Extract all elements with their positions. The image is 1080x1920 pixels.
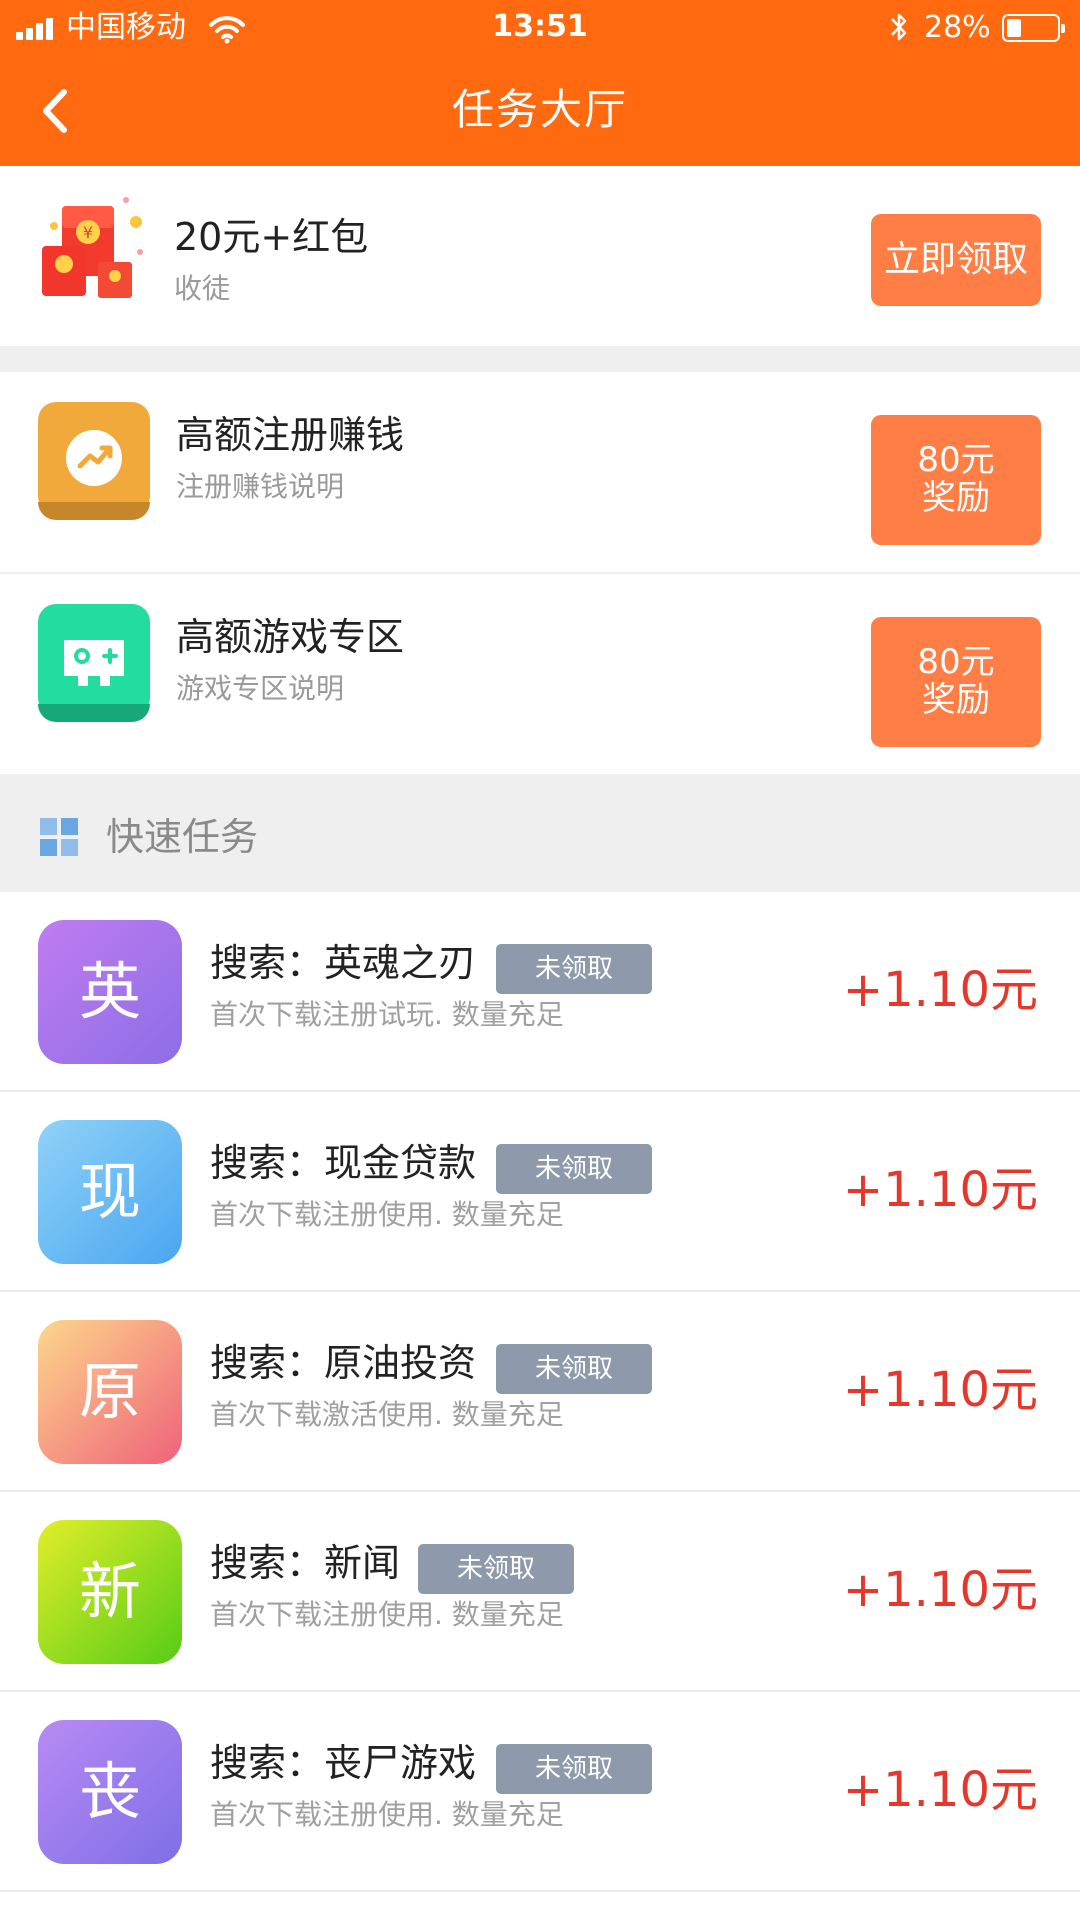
task-initial-icon: 英 [38, 920, 182, 1064]
task-row[interactable]: 现 搜索：现金贷款 未领取 首次下载注册使用. 数量充足 +1.10元 [0, 1092, 1080, 1292]
grid-icon [40, 818, 78, 856]
reward-label: 奖励 [922, 680, 990, 720]
claim-now-button[interactable]: 立即领取 [871, 214, 1041, 306]
feature-row-register[interactable]: 高额注册赚钱 注册赚钱说明 80元 奖励 [0, 372, 1080, 572]
battery-percent: 28% [924, 10, 991, 45]
feature-title: 高额游戏专区 [176, 615, 405, 659]
divider [0, 1890, 1080, 1892]
task-name: 搜索：新闻 [210, 1541, 401, 1585]
status-badge: 未领取 [496, 1144, 652, 1194]
task-name: 搜索：原油投资 [210, 1341, 477, 1385]
task-row[interactable]: 英 搜索：英魂之刃 未领取 首次下载注册试玩. 数量充足 +1.10元 [0, 892, 1080, 1092]
status-badge: 未领取 [496, 1344, 652, 1394]
feature-subtitle: 游戏专区说明 [176, 672, 345, 705]
task-row[interactable]: 原 搜索：原油投资 未领取 首次下载激活使用. 数量充足 +1.10元 [0, 1292, 1080, 1492]
status-badge: 未领取 [418, 1544, 574, 1594]
task-initial-icon: 新 [38, 1520, 182, 1664]
invite-title: 20元+红包 [174, 215, 369, 259]
invite-subtitle: 收徒 [174, 272, 231, 305]
status-badge: 未领取 [496, 944, 652, 994]
reward-button[interactable]: 80元 奖励 [871, 415, 1041, 545]
gamepad-icon [38, 604, 150, 722]
task-initial-icon: 原 [38, 1320, 182, 1464]
page-title: 任务大厅 [451, 85, 628, 134]
task-description: 首次下载注册使用. 数量充足 [210, 1598, 564, 1631]
clock: 13:51 [492, 9, 588, 44]
nav-bar: 任务大厅 [0, 56, 1080, 166]
task-description: 首次下载激活使用. 数量充足 [210, 1398, 564, 1431]
battery-icon [1002, 14, 1065, 42]
task-reward: +1.10元 [842, 1362, 1038, 1418]
section-separator [0, 346, 1080, 372]
task-description: 首次下载注册使用. 数量充足 [210, 1798, 564, 1831]
feature-row-game[interactable]: 高额游戏专区 游戏专区说明 80元 奖励 [0, 574, 1080, 774]
reward-amount: 80元 [917, 642, 995, 682]
task-name: 搜索：英魂之刃 [210, 941, 477, 985]
task-name: 搜索：丧尸游戏 [210, 1741, 477, 1785]
task-reward: +1.10元 [842, 1762, 1038, 1818]
quick-tasks-header: 快速任务 [0, 774, 1080, 892]
status-badge: 未领取 [496, 1744, 652, 1794]
task-row[interactable]: 丧 搜索：丧尸游戏 未领取 首次下载注册使用. 数量充足 +1.10元 [0, 1692, 1080, 1892]
reward-label: 奖励 [922, 478, 990, 518]
task-description: 首次下载注册试玩. 数量充足 [210, 998, 564, 1031]
red-envelope-icon: ¥ [42, 197, 143, 298]
task-reward: +1.10元 [842, 1562, 1038, 1618]
feature-subtitle: 注册赚钱说明 [176, 470, 345, 503]
task-description: 首次下载注册使用. 数量充足 [210, 1198, 564, 1231]
app-header: 中国移动 13:51 28% 任务大厅 [0, 0, 1080, 166]
svg-text:¥: ¥ [83, 223, 93, 242]
task-initial-icon: 丧 [38, 1720, 182, 1864]
invite-row[interactable]: ¥ 20元+红包 收徒 立即领取 [0, 166, 1080, 346]
task-row[interactable]: 新 搜索：新闻 未领取 首次下载注册使用. 数量充足 +1.10元 [0, 1492, 1080, 1692]
status-bar: 中国移动 13:51 28% [0, 0, 1080, 56]
trend-chart-icon [38, 402, 150, 520]
reward-amount: 80元 [917, 440, 995, 480]
reward-button[interactable]: 80元 奖励 [871, 617, 1041, 747]
task-initial-icon: 现 [38, 1120, 182, 1264]
section-title: 快速任务 [106, 815, 259, 859]
task-reward: +1.10元 [842, 1162, 1038, 1218]
bluetooth-icon [891, 13, 907, 41]
feature-title: 高额注册赚钱 [176, 413, 405, 457]
task-reward: +1.10元 [842, 962, 1038, 1018]
task-name: 搜索：现金贷款 [210, 1141, 477, 1185]
